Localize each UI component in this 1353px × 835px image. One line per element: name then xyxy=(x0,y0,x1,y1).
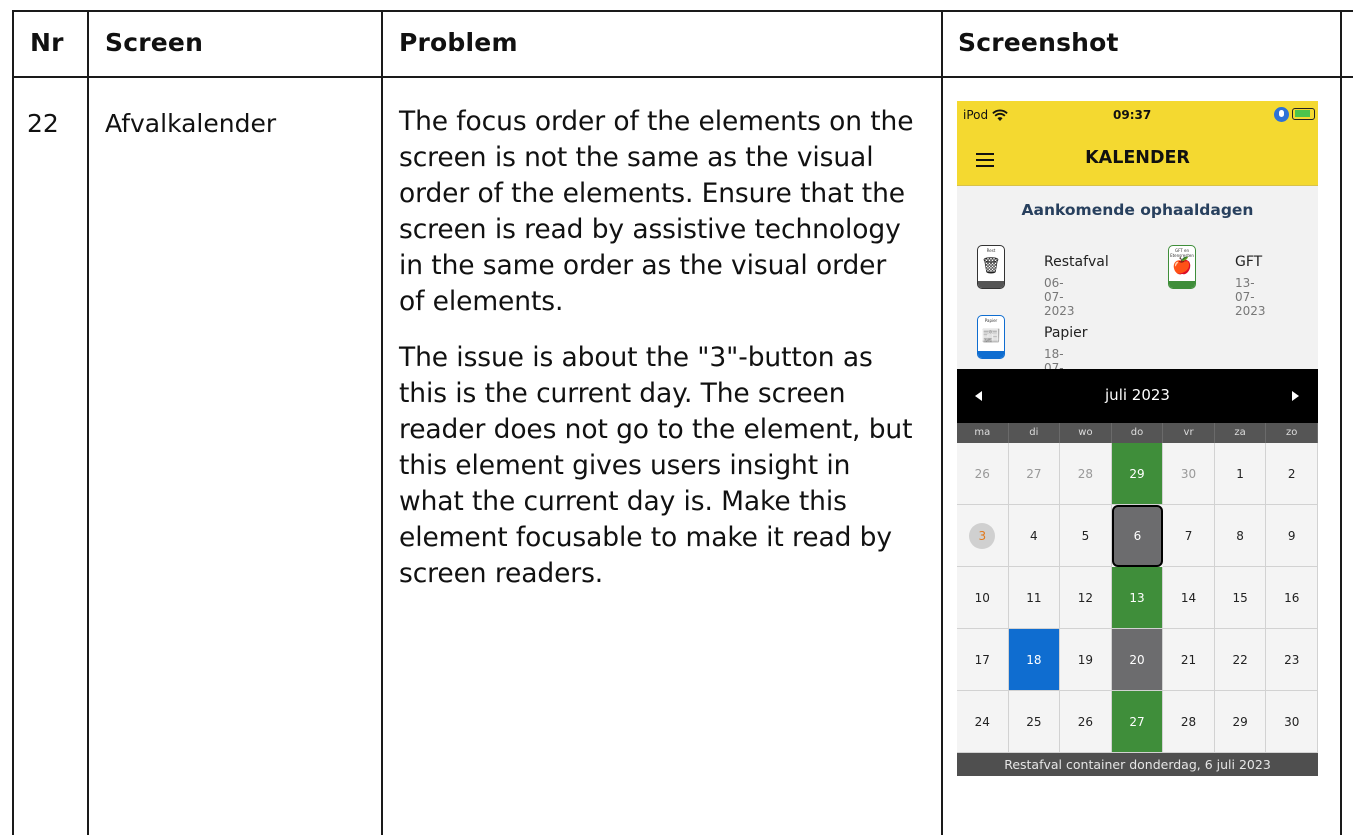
table-right-border xyxy=(1340,10,1342,835)
calendar-day[interactable]: 30 xyxy=(1266,691,1318,753)
calendar-day[interactable]: 27 xyxy=(1111,691,1164,753)
calendar-day[interactable]: 13 xyxy=(1111,567,1164,629)
app-header: KALENDER xyxy=(957,133,1318,186)
calendar-day[interactable]: 11 xyxy=(1008,567,1061,629)
column-divider xyxy=(87,10,89,835)
waste-date: 06-07-2023 xyxy=(1044,276,1075,318)
column-divider xyxy=(941,10,943,835)
weekday-header: ma di wo do vr za zo xyxy=(957,423,1318,443)
calendar-day[interactable]: 22 xyxy=(1214,629,1267,691)
calendar-day[interactable]: 28 xyxy=(1163,691,1215,753)
calendar-day[interactable]: 8 xyxy=(1214,505,1267,567)
calendar-day[interactable]: 29 xyxy=(1111,443,1164,505)
calendar-day[interactable]: 24 xyxy=(957,691,1009,753)
calendar-day[interactable]: 4 xyxy=(1008,505,1061,567)
calendar-day[interactable]: 17 xyxy=(957,629,1009,691)
table-top-border xyxy=(12,10,1353,12)
calendar-day[interactable]: 26 xyxy=(1060,691,1112,753)
weekday-label: wo xyxy=(1060,423,1112,443)
row-screen-name: Afvalkalender xyxy=(105,109,277,138)
wifi-icon xyxy=(992,109,1008,121)
status-bar: iPod 09:37 xyxy=(957,101,1318,133)
page-title: KALENDER xyxy=(1085,148,1190,168)
current-day-marker: 3 xyxy=(969,523,996,549)
weekday-label: do xyxy=(1112,423,1164,443)
calendar-day[interactable]: 20 xyxy=(1111,629,1164,691)
paper-icon: Papier 📰 xyxy=(977,315,1005,359)
calendar-day[interactable]: 5 xyxy=(1060,505,1112,567)
weekday-label: za xyxy=(1215,423,1267,443)
month-navigation: juli 2023 xyxy=(957,369,1318,423)
device-label: iPod xyxy=(963,108,989,122)
problem-description: The focus order of the elements on the s… xyxy=(399,104,919,592)
calendar-day[interactable]: 18 xyxy=(1008,629,1061,691)
table-left-border xyxy=(12,10,14,835)
calendar-day[interactable]: 30 xyxy=(1163,443,1215,505)
upcoming-heading: Aankomende ophaaldagen xyxy=(1021,201,1254,219)
apple-core-icon: GFT en Etensresten 🍎 xyxy=(1168,245,1196,289)
calendar-day[interactable]: 23 xyxy=(1266,629,1318,691)
calendar-day[interactable]: 2 xyxy=(1266,443,1318,505)
calendar-day[interactable]: 6 xyxy=(1111,505,1164,567)
header-screen: Screen xyxy=(105,28,204,57)
header-screenshot: Screenshot xyxy=(958,28,1119,57)
weekday-label: vr xyxy=(1163,423,1215,443)
waste-name: Papier xyxy=(1044,325,1088,341)
calendar-day[interactable]: 12 xyxy=(1060,567,1112,629)
triangle-right-icon[interactable] xyxy=(1291,391,1299,401)
selected-day-info: Restafval container donderdag, 6 juli 20… xyxy=(957,753,1318,776)
battery-charging-icon xyxy=(1292,108,1315,120)
waste-date: 13-07-2023 xyxy=(1235,276,1266,318)
calendar-day[interactable]: 27 xyxy=(1008,443,1061,505)
calendar-day[interactable]: 21 xyxy=(1163,629,1215,691)
calendar-day[interactable]: 26 xyxy=(957,443,1009,505)
weekday-label: zo xyxy=(1266,423,1318,443)
header-nr: Nr xyxy=(30,28,64,57)
waste-name: GFT xyxy=(1235,254,1263,270)
calendar-day[interactable]: 25 xyxy=(1008,691,1061,753)
weekday-label: ma xyxy=(957,423,1009,443)
calendar-day[interactable]: 9 xyxy=(1266,505,1318,567)
calendar-day[interactable]: 1 xyxy=(1214,443,1267,505)
row-number: 22 xyxy=(27,109,59,138)
problem-paragraph: The focus order of the elements on the s… xyxy=(399,106,914,317)
column-divider xyxy=(381,10,383,835)
calendar-day[interactable]: 7 xyxy=(1163,505,1215,567)
trash-bin-icon: Rest 🗑 xyxy=(977,245,1005,289)
calendar-day[interactable]: 10 xyxy=(957,567,1009,629)
status-time: 09:37 xyxy=(1113,108,1152,122)
problem-paragraph: The issue is about the "3"-button as thi… xyxy=(399,342,913,589)
header-problem: Problem xyxy=(399,28,518,57)
calendar-day[interactable]: 28 xyxy=(1060,443,1112,505)
header-bottom-border xyxy=(12,76,1353,78)
calendar-day[interactable]: 15 xyxy=(1214,567,1267,629)
calendar-grid: 26 27 28 29 30 1 2 3 4 5 6 7 8 9 10 11 12 13 14 15 16 17 18 19 2… xyxy=(957,443,1318,753)
calendar-day[interactable]: 16 xyxy=(1266,567,1318,629)
calendar-day[interactable]: 14 xyxy=(1163,567,1215,629)
month-label: juli 2023 xyxy=(1105,386,1170,404)
calendar-day[interactable]: 19 xyxy=(1060,629,1112,691)
calendar-day-today: 3 xyxy=(957,505,1009,567)
weekday-label: di xyxy=(1009,423,1061,443)
app-screenshot: iPod 09:37 KALENDER Aankomende ophaaldag… xyxy=(957,101,1318,776)
calendar-day[interactable]: 29 xyxy=(1214,691,1267,753)
microphone-icon xyxy=(1274,107,1289,122)
waste-name: Restafval xyxy=(1044,254,1109,270)
